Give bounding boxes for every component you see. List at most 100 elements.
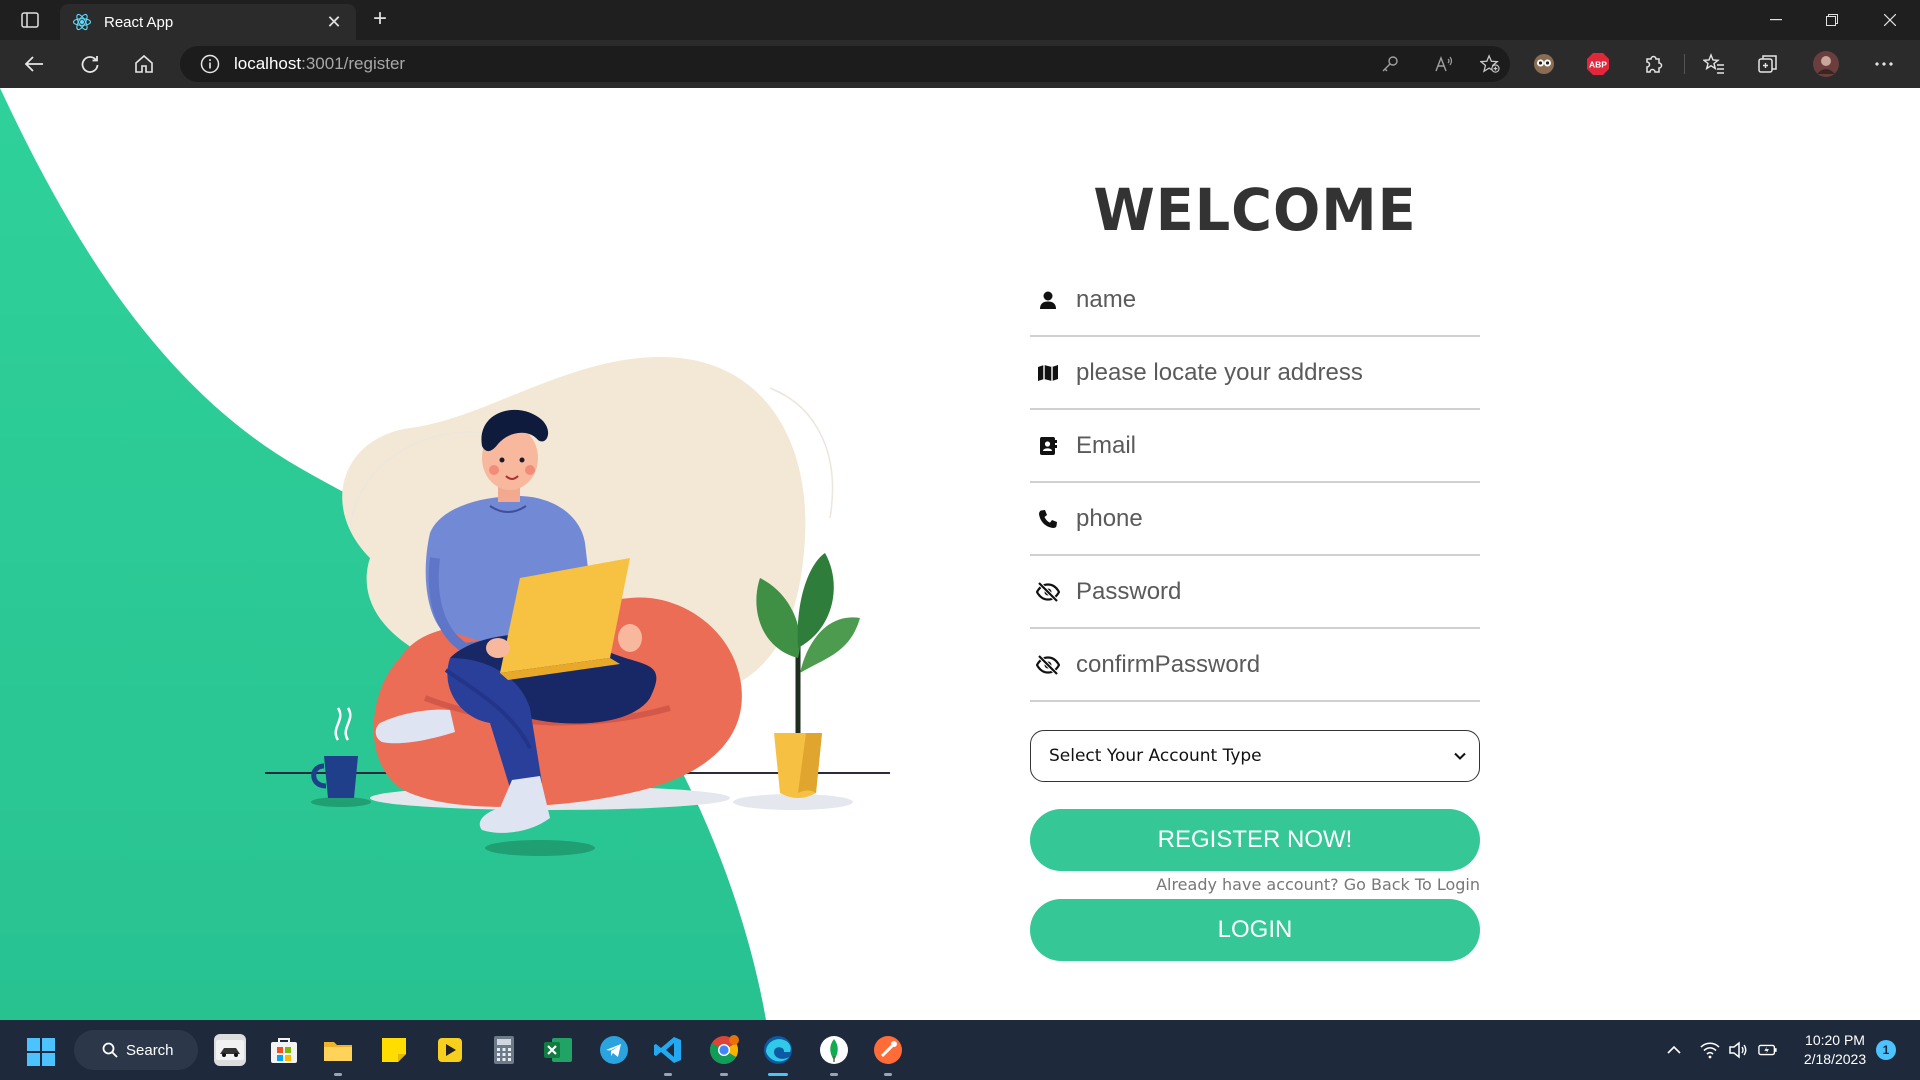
login-button[interactable]: LOGIN	[1030, 899, 1480, 961]
search-icon	[102, 1042, 118, 1058]
new-tab-button[interactable]: +	[366, 6, 394, 34]
file-explorer-icon[interactable]	[322, 1034, 354, 1066]
back-button[interactable]	[18, 48, 50, 80]
tab-actions-button[interactable]	[10, 6, 50, 34]
map-icon	[1034, 361, 1062, 385]
battery-icon[interactable]	[1758, 1040, 1778, 1060]
address-bar[interactable]: localhost:3001/register	[180, 46, 1510, 82]
notification-badge[interactable]: 1	[1876, 1040, 1896, 1060]
restore-icon	[1826, 14, 1838, 26]
password-key-button[interactable]	[1380, 54, 1400, 74]
postman-icon[interactable]	[872, 1034, 904, 1066]
svg-text:ABP: ABP	[1589, 60, 1607, 70]
refresh-button[interactable]	[74, 48, 106, 80]
telegram-icon[interactable]	[598, 1034, 630, 1066]
wifi-icon[interactable]	[1700, 1040, 1720, 1060]
vscode-icon[interactable]	[652, 1034, 684, 1066]
phone-icon	[1034, 507, 1062, 531]
active-app-indicator	[768, 1073, 788, 1076]
name-field	[1030, 264, 1480, 337]
running-indicator	[664, 1073, 672, 1076]
minimize-button[interactable]	[1748, 0, 1804, 40]
adblock-plus-icon: ABP	[1587, 53, 1609, 75]
name-input[interactable]	[1076, 285, 1466, 314]
profile-button[interactable]	[1810, 48, 1842, 80]
eye-slash-icon[interactable]	[1034, 653, 1062, 677]
mongodb-compass-icon[interactable]	[818, 1034, 850, 1066]
tab-close-button[interactable]: ✕	[324, 12, 344, 33]
running-indicator	[334, 1073, 342, 1076]
collections-button[interactable]	[1752, 48, 1784, 80]
eye-slash-icon[interactable]	[1034, 580, 1062, 604]
add-favorite-button[interactable]	[1480, 54, 1500, 74]
account-type-select[interactable]: Select Your Account Type	[1030, 730, 1480, 782]
running-indicator	[720, 1073, 728, 1076]
sticky-notes-icon[interactable]	[378, 1034, 410, 1066]
register-button[interactable]: REGISTER NOW!	[1030, 809, 1480, 871]
excel-icon[interactable]	[542, 1034, 574, 1066]
browser-toolbar: localhost:3001/register ABP	[0, 40, 1920, 88]
browser-title-bar: React App ✕ +	[0, 0, 1920, 40]
star-add-icon	[1480, 54, 1500, 73]
media-app-icon[interactable]	[434, 1034, 466, 1066]
chrome-icon[interactable]	[708, 1034, 740, 1066]
illustration-man-with-laptop	[265, 357, 890, 856]
confirm-password-input[interactable]	[1076, 650, 1466, 679]
confirm-password-field	[1030, 629, 1480, 702]
react-icon	[72, 13, 92, 31]
phone-field	[1030, 483, 1480, 556]
microsoft-store-icon[interactable]	[268, 1034, 300, 1066]
toolbar-divider	[1684, 54, 1685, 74]
password-input[interactable]	[1076, 577, 1466, 606]
more-horizontal-icon	[1875, 62, 1893, 66]
close-icon	[1884, 14, 1896, 26]
owl-extension-icon	[1534, 54, 1554, 74]
settings-more-button[interactable]	[1868, 48, 1900, 80]
email-field	[1030, 410, 1480, 483]
calculator-icon[interactable]	[488, 1034, 520, 1066]
email-input[interactable]	[1076, 431, 1466, 460]
puzzle-icon	[1646, 55, 1663, 73]
taskbar-app-car-icon[interactable]	[214, 1034, 246, 1066]
contact-card-icon	[1034, 434, 1062, 458]
register-form: WELCOME name please locate your address …	[1030, 180, 1480, 961]
favorites-list-icon	[1703, 53, 1724, 74]
chevron-down-icon	[1454, 752, 1466, 760]
edge-icon[interactable]	[762, 1034, 794, 1066]
address-input[interactable]	[1076, 358, 1466, 387]
running-indicator	[830, 1073, 838, 1076]
volume-icon[interactable]	[1728, 1040, 1748, 1060]
avatar	[1813, 51, 1839, 77]
taskbar-search-button[interactable]: Search	[74, 1030, 198, 1070]
arrow-left-icon	[24, 56, 43, 72]
restore-button[interactable]	[1804, 0, 1860, 40]
read-aloud-icon	[1435, 56, 1453, 72]
collections-icon	[1758, 55, 1777, 73]
phone-input[interactable]	[1076, 504, 1466, 533]
taskbar-clock[interactable]: 10:20 PM 2/18/2023	[1790, 1031, 1880, 1069]
home-button[interactable]	[128, 48, 160, 80]
browser-tab[interactable]: React App ✕	[60, 4, 356, 40]
clock-time: 10:20 PM	[1805, 1032, 1865, 1048]
password-field	[1030, 556, 1480, 629]
windows-taskbar: Search 10:20 PM 2/18/2023 1	[0, 1020, 1920, 1080]
info-icon[interactable]	[200, 54, 220, 74]
running-indicator	[884, 1073, 892, 1076]
extensions-button[interactable]	[1638, 48, 1670, 80]
url-host: localhost	[234, 54, 302, 73]
home-icon	[135, 54, 153, 73]
favorites-button[interactable]	[1698, 48, 1730, 80]
already-have-account-text: Already have account? Go Back To Login	[1156, 875, 1480, 894]
clock-date: 2/18/2023	[1803, 1051, 1867, 1067]
page-title: WELCOME	[1093, 176, 1417, 244]
extension-owl-button[interactable]	[1528, 48, 1560, 80]
chevron-up-icon[interactable]	[1664, 1040, 1684, 1060]
tab-title: React App	[104, 13, 174, 31]
account-type-selected-value: Select Your Account Type	[1049, 746, 1262, 766]
adblock-plus-button[interactable]: ABP	[1582, 48, 1614, 80]
address-field	[1030, 337, 1480, 410]
read-aloud-button[interactable]	[1434, 54, 1454, 74]
key-icon	[1382, 56, 1398, 72]
windows-start-icon[interactable]	[26, 1037, 56, 1067]
close-window-button[interactable]	[1862, 0, 1918, 40]
